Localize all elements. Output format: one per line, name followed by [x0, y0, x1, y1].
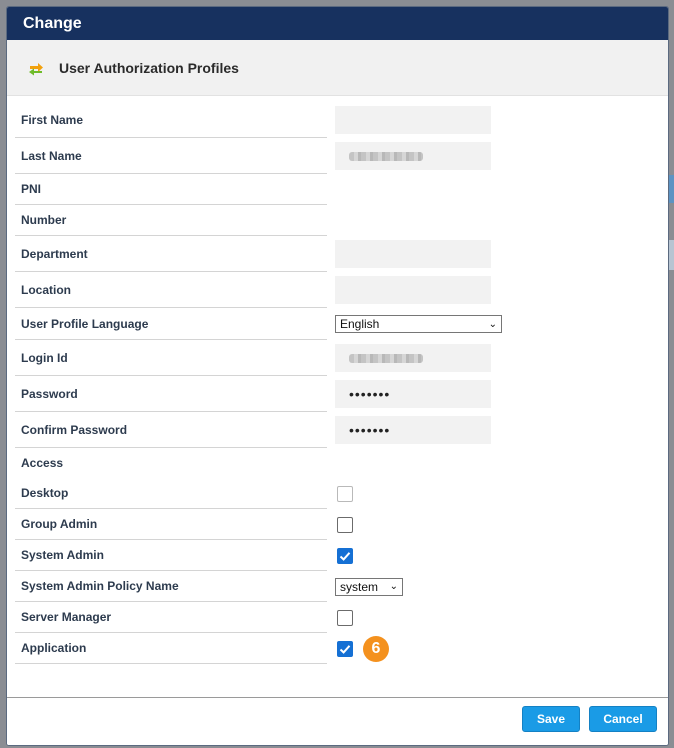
- row-department: Department: [15, 236, 659, 272]
- password-label: Password: [21, 386, 78, 401]
- department-input[interactable]: [335, 240, 491, 268]
- chevron-down-icon: ⌄: [488, 318, 497, 330]
- row-pni: PNI: [15, 174, 659, 205]
- chevron-down-icon: ⌄: [389, 581, 398, 592]
- row-desktop: Desktop: [15, 478, 659, 509]
- section-header: User Authorization Profiles: [7, 40, 668, 96]
- row-server-manager: Server Manager: [15, 602, 659, 633]
- row-first-name: First Name: [15, 102, 659, 138]
- save-button[interactable]: Save: [522, 706, 580, 732]
- language-select[interactable]: English ⌄: [335, 315, 502, 333]
- row-last-name: Last Name: [15, 138, 659, 174]
- location-input[interactable]: [335, 276, 491, 304]
- group-admin-checkbox[interactable]: [337, 516, 353, 533]
- group-admin-label: Group Admin: [21, 517, 98, 531]
- checkmark-icon: [339, 551, 351, 561]
- desktop-checkbox[interactable]: [337, 485, 353, 502]
- row-system-admin: System Admin: [15, 540, 659, 571]
- confirm-password-input[interactable]: •••••••: [335, 416, 491, 444]
- application-checkbox[interactable]: [337, 640, 353, 657]
- row-location: Location: [15, 272, 659, 308]
- first-name-input[interactable]: [335, 106, 491, 134]
- row-group-admin: Group Admin: [15, 509, 659, 540]
- server-manager-checkbox[interactable]: [337, 609, 353, 626]
- row-confirm-password: Confirm Password •••••••: [15, 412, 659, 448]
- change-dialog: Change User Authorization Profiles First…: [6, 6, 669, 746]
- row-login-id: Login Id: [15, 340, 659, 376]
- language-label: User Profile Language: [21, 316, 149, 331]
- redacted-value: [349, 151, 423, 161]
- number-label: Number: [21, 213, 67, 227]
- policy-selected: system: [340, 579, 379, 594]
- access-label: Access: [21, 456, 64, 470]
- login-id-input[interactable]: [335, 344, 491, 372]
- profile-form: First Name Last Name PNI Number Departme…: [7, 96, 668, 664]
- desktop-label: Desktop: [21, 486, 69, 500]
- row-language: User Profile Language English ⌄: [15, 308, 659, 340]
- system-admin-policy-select[interactable]: system ⌄: [335, 577, 403, 596]
- location-label: Location: [21, 282, 71, 297]
- password-input[interactable]: •••••••: [335, 380, 491, 408]
- first-name-label: First Name: [21, 112, 84, 127]
- section-title: User Authorization Profiles: [59, 59, 239, 76]
- checkmark-icon: [339, 644, 351, 654]
- cancel-button[interactable]: Cancel: [589, 706, 657, 732]
- department-label: Department: [21, 246, 88, 261]
- row-access: Access: [15, 448, 659, 478]
- pni-label: PNI: [21, 182, 42, 196]
- dialog-title: Change: [7, 7, 668, 40]
- system-admin-policy-label: System Admin Policy Name: [21, 579, 179, 593]
- server-manager-label: Server Manager: [21, 610, 112, 624]
- confirm-password-label: Confirm Password: [21, 422, 128, 437]
- row-password: Password •••••••: [15, 376, 659, 412]
- redacted-value: [349, 353, 423, 363]
- application-label: Application: [21, 641, 87, 655]
- last-name-input[interactable]: [335, 142, 491, 170]
- language-selected: English: [340, 317, 380, 331]
- row-system-admin-policy: System Admin Policy Name system ⌄: [15, 571, 659, 602]
- arrows-swap-icon: [29, 62, 43, 75]
- system-admin-label: System Admin: [21, 548, 104, 562]
- dialog-footer: Save Cancel: [7, 697, 668, 745]
- step-number-badge: 6: [363, 635, 389, 662]
- last-name-label: Last Name: [21, 148, 82, 163]
- login-id-label: Login Id: [21, 350, 68, 365]
- system-admin-checkbox[interactable]: [337, 547, 353, 564]
- row-number: Number: [15, 205, 659, 236]
- row-application: Application 6: [15, 633, 659, 664]
